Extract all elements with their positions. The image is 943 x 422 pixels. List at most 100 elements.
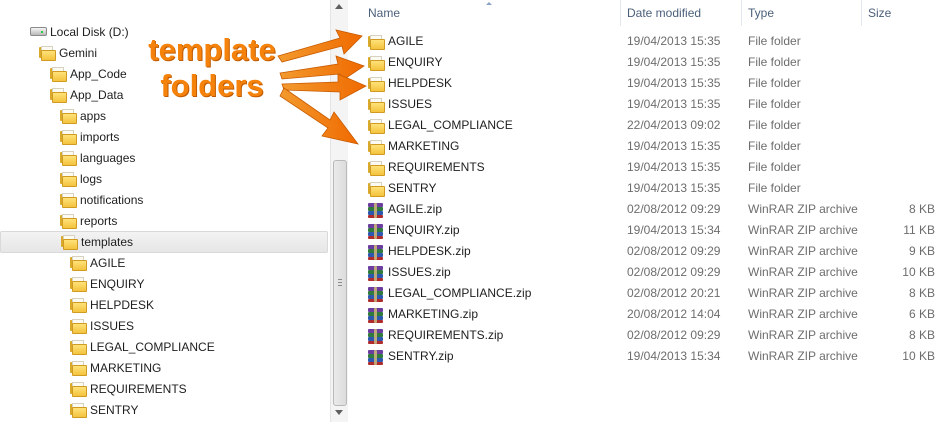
tree-item-label: App_Code [70, 67, 127, 81]
file-type: File folder [748, 118, 801, 132]
folder-icon [50, 88, 67, 103]
column-divider[interactable] [620, 0, 621, 26]
tree-item-label: SENTRY [90, 403, 139, 417]
annotation-callout: template folders [142, 32, 282, 104]
tree-item-label: Gemini [59, 46, 98, 60]
tree-item-label: ENQUIRY [90, 277, 145, 291]
tree-item-notifications[interactable]: notifications [0, 190, 326, 210]
tree-item-label: apps [80, 109, 107, 123]
column-header-type[interactable]: Type [748, 0, 774, 26]
file-row-requirements-zip[interactable]: REQUIREMENTS.zip 02/08/2012 09:29 WinRAR Z… [348, 325, 943, 346]
file-type: WinRAR ZIP archive [748, 349, 858, 363]
file-row-helpdesk-zip[interactable]: HELPDESK.zip 02/08/2012 09:29 WinRAR ZIP a… [348, 241, 943, 262]
file-type: File folder [748, 34, 801, 48]
column-divider[interactable] [741, 0, 742, 26]
file-row-issues[interactable]: ISSUES 19/04/2013 15:35 File folder [348, 94, 943, 115]
file-row-agile-zip[interactable]: AGILE.zip 02/08/2012 09:29 WinRAR ZIP arch… [348, 199, 943, 220]
tree-item-requirements[interactable]: REQUIREMENTS [0, 379, 326, 399]
folder-icon [60, 193, 77, 208]
column-divider[interactable] [861, 0, 862, 26]
annotation-arrows [277, 29, 367, 145]
folder-icon [60, 130, 77, 145]
tree-item-label: ISSUES [90, 319, 135, 333]
column-header-size[interactable]: Size [868, 0, 891, 26]
tree-item-label: reports [80, 214, 118, 228]
folder-icon [368, 182, 385, 197]
file-date-modified: 22/04/2013 09:02 [627, 118, 721, 132]
tree-item-label: Local Disk (D:) [50, 25, 129, 39]
annotation-line-2: folders [160, 68, 264, 103]
file-date-modified: 19/04/2013 15:35 [627, 160, 721, 174]
tree-item-label: notifications [80, 193, 144, 207]
file-row-sentry-zip[interactable]: SENTRY.zip 19/04/2013 15:34 WinRAR ZIP arc… [348, 346, 943, 367]
tree-item-legal-compliance[interactable]: LEGAL_COMPLIANCE [0, 337, 326, 357]
column-header-date-modified[interactable]: Date modified [627, 0, 701, 26]
tree-item-reports[interactable]: reports [0, 211, 326, 231]
file-name: MARKETING.zip [388, 307, 479, 321]
file-type: File folder [748, 181, 801, 195]
file-row-legal-compliance-zip[interactable]: LEGAL_COMPLIANCE.zip 02/08/2012 20:21 WinR… [348, 283, 943, 304]
file-date-modified: 19/04/2013 15:34 [627, 349, 721, 363]
file-name: LEGAL_COMPLIANCE [388, 118, 513, 132]
file-name: LEGAL_COMPLIANCE.zip [388, 286, 532, 300]
file-name: ENQUIRY.zip [388, 223, 460, 237]
tree-item-templates[interactable]: templates [0, 231, 328, 253]
file-row-marketing-zip[interactable]: MARKETING.zip 20/08/2012 14:04 WinRAR ZIP … [348, 304, 943, 325]
file-name: MARKETING [388, 139, 460, 153]
folder-icon [60, 172, 77, 187]
tree-item-label: LEGAL_COMPLIANCE [90, 340, 215, 354]
file-row-enquiry[interactable]: ENQUIRY 19/04/2013 15:35 File folder [348, 52, 943, 73]
scrollbar-thumb[interactable] [333, 160, 347, 406]
file-type: File folder [748, 97, 801, 111]
tree-item-agile[interactable]: AGILE [0, 253, 326, 273]
file-row-requirements[interactable]: REQUIREMENTS 19/04/2013 15:35 File folder [348, 157, 943, 178]
file-row-legal-compliance[interactable]: LEGAL_COMPLIANCE 22/04/2013 09:02 File fol… [348, 115, 943, 136]
tree-item-marketing[interactable]: MARKETING [0, 358, 326, 378]
tree-item-logs[interactable]: logs [0, 169, 326, 189]
scroll-up-arrow-icon[interactable] [335, 4, 343, 9]
file-size: 6 KB [908, 307, 935, 321]
file-date-modified: 19/04/2013 15:35 [627, 97, 721, 111]
arrow-to-agile-icon [277, 29, 363, 63]
file-row-helpdesk[interactable]: HELPDESK 19/04/2013 15:35 File folder [348, 73, 943, 94]
winrar-zip-icon [368, 308, 383, 323]
tree-item-label: HELPDESK [90, 298, 155, 312]
file-date-modified: 02/08/2012 09:29 [627, 328, 721, 342]
tree-item-label: MARKETING [90, 361, 162, 375]
file-date-modified: 02/08/2012 09:29 [627, 265, 721, 279]
scroll-down-arrow-icon[interactable] [335, 410, 343, 415]
file-type: File folder [748, 55, 801, 69]
grip-line [338, 285, 342, 286]
folder-icon [39, 46, 56, 61]
file-row-marketing[interactable]: MARKETING 19/04/2013 15:35 File folder [348, 136, 943, 157]
file-size: 10 KB [902, 265, 935, 279]
file-row-sentry[interactable]: SENTRY 19/04/2013 15:35 File folder [348, 178, 943, 199]
file-name: AGILE [388, 34, 424, 48]
file-type: File folder [748, 76, 801, 90]
file-name: HELPDESK [388, 76, 453, 90]
folder-icon [70, 298, 87, 313]
file-row-issues-zip[interactable]: ISSUES.zip 02/08/2012 09:29 WinRAR ZIP arc… [348, 262, 943, 283]
sort-ascending-icon [486, 2, 492, 5]
tree-item-sentry[interactable]: SENTRY [0, 400, 326, 420]
tree-item-helpdesk[interactable]: HELPDESK [0, 295, 326, 315]
tree-item-issues[interactable]: ISSUES [0, 316, 326, 336]
file-date-modified: 19/04/2013 15:35 [627, 181, 721, 195]
file-type: WinRAR ZIP archive [748, 202, 858, 216]
file-size: 10 KB [902, 349, 935, 363]
file-date-modified: 02/08/2012 20:21 [627, 286, 721, 300]
file-name: SENTRY.zip [388, 349, 454, 363]
file-date-modified: 19/04/2013 15:35 [627, 34, 721, 48]
file-name: HELPDESK.zip [388, 244, 471, 258]
column-header-name-label: Name [368, 6, 401, 20]
tree-item-enquiry[interactable]: ENQUIRY [0, 274, 326, 294]
file-name: ISSUES [388, 97, 433, 111]
tree-item-label: logs [80, 172, 103, 186]
winrar-zip-icon [368, 329, 383, 344]
folder-icon [70, 256, 87, 271]
file-name: SENTRY [388, 181, 437, 195]
file-date-modified: 19/04/2013 15:34 [627, 223, 721, 237]
file-row-enquiry-zip[interactable]: ENQUIRY.zip 19/04/2013 15:34 WinRAR ZIP ar… [348, 220, 943, 241]
file-row-agile[interactable]: AGILE 19/04/2013 15:35 File folder [348, 31, 943, 52]
file-name: REQUIREMENTS [388, 160, 485, 174]
